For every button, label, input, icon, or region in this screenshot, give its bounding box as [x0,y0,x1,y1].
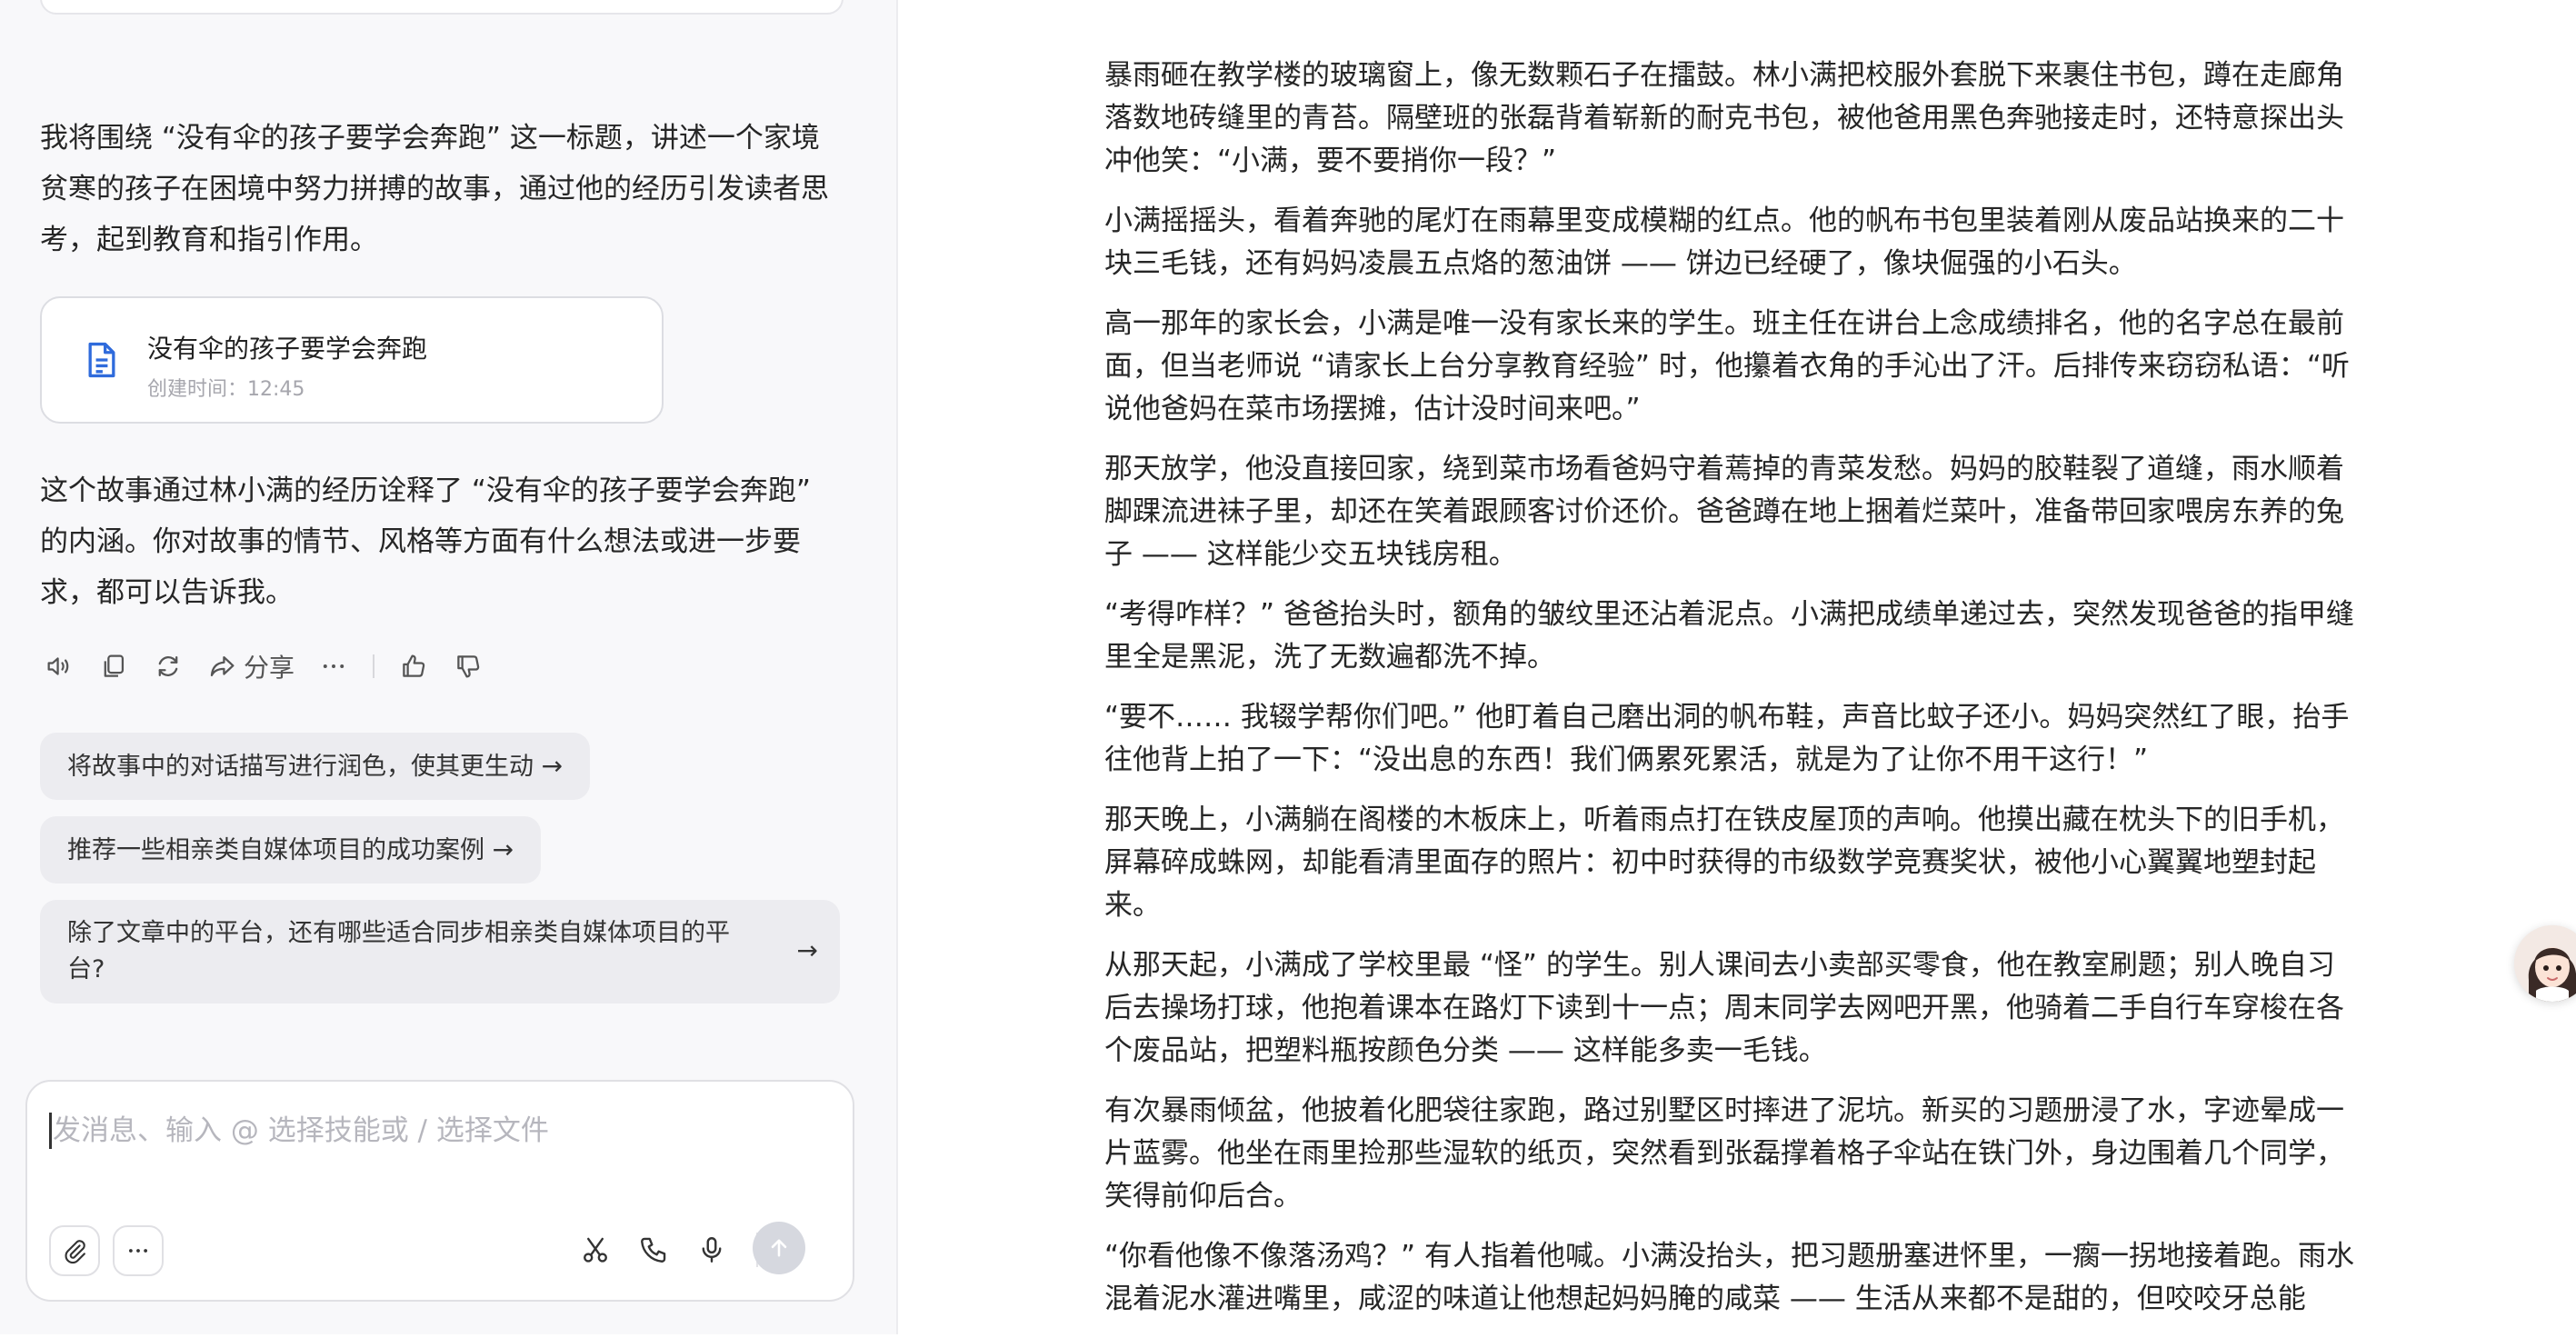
share-button[interactable]: 分享 [207,645,295,687]
microphone-icon[interactable] [694,1233,729,1267]
article-paragraph: “考得咋样？” 爸爸抬头时，额角的皱纹里还沾着泥点。小满把成绩单递过去，突然发现… [1104,598,2354,674]
more-icon[interactable] [318,645,349,687]
arrow-right-icon: → [492,834,514,864]
suggestion-item[interactable]: 推荐一些相亲类自媒体项目的成功案例 → [40,816,542,884]
article-paragraph: 高一那年的家长会，小满是唯一没有家长来的学生。班主任在讲台上念成绩排名，他的名字… [1104,307,2350,425]
document-created-time: 创建时间：12:45 [147,378,305,401]
thumbs-up-icon[interactable] [398,645,429,687]
document-icon [82,340,122,380]
attach-button[interactable] [49,1225,100,1276]
article-paragraph: “你看他像不像落汤鸡？” 有人指着他喊。小满没抬头，把习题册塞进怀里，一瘸一拐地… [1104,1240,2354,1315]
share-icon [210,655,235,677]
action-divider [373,654,375,678]
article-paragraph: 暴雨砸在教学楼的玻璃窗上，像无数颗石子在擂鼓。林小满把校服外套脱下来裹住书包，蹲… [1104,59,2344,177]
copy-icon[interactable] [98,645,129,687]
paperclip-icon [65,1240,85,1264]
suggestion-item[interactable]: 除了文章中的平台，还有哪些适合同步相亲类自媒体项目的平台? → [40,900,840,1004]
article-paragraph: 小满摇摇头，看着奔驰的尾灯在雨幕里变成模糊的红点。他的帆布书包里装着刚从废品站换… [1104,205,2344,280]
article-paragraph: 有次暴雨倾盆，他披着化肥袋往家跑，路过别墅区时摔进了泥坑。新买的习题册浸了水，字… [1104,1094,2344,1213]
assistant-followup-text: 这个故事通过林小满的经历诠释了 “没有伞的孩子要学会奔跑” 的内涵。你对故事的情… [40,474,811,609]
suggestion-item[interactable]: 将故事中的对话描写进行润色，使其更生动 → [40,733,591,800]
text-caret [49,1113,52,1149]
message-input-box[interactable]: 发消息、输入 @ 选择技能或 / 选择文件 [25,1080,854,1302]
more-options-button[interactable] [113,1225,164,1276]
assistant-intro-text: 我将围绕 “没有伞的孩子要学会奔跑” 这一标题，讲述一个家境贫寒的孩子在困境中努… [40,122,829,256]
assistant-avatar-icon[interactable] [2514,925,2576,1002]
message-action-bar: 分享 [44,645,507,687]
arrow-up-icon [771,1239,787,1257]
share-label: 分享 [244,653,295,683]
message-input[interactable]: 发消息、输入 @ 选择技能或 / 选择文件 [53,1113,549,1149]
phone-icon[interactable] [636,1233,671,1267]
arrow-right-icon: → [796,935,818,965]
regenerate-icon[interactable] [153,645,184,687]
more-icon [129,1249,147,1253]
chat-panel: 我将围绕 “没有伞的孩子要学会奔跑” 这一标题，讲述一个家境贫寒的孩子在困境中努… [0,0,896,1334]
article-paragraph: 那天放学，他没直接回家，绕到菜市场看爸妈守着蔫掉的青菜发愁。妈妈的胶鞋裂了道缝，… [1104,453,2344,571]
article-paragraph: “要不…… 我辍学帮你们吧。” 他盯着自己磨出洞的帆布鞋，声音比蚊子还小。妈妈突… [1104,701,2350,776]
speaker-icon[interactable] [44,645,75,687]
document-card[interactable]: 没有伞的孩子要学会奔跑 创建时间：12:45 [40,296,664,424]
article-paragraph: 从那天起，小满成了学校里最 “怪” 的学生。别人课间去小卖部买零食，他在教室刷题… [1104,949,2344,1067]
thumbs-down-icon[interactable] [453,645,484,687]
arrow-right-icon: → [541,751,564,781]
document-title: 没有伞的孩子要学会奔跑 [147,334,428,364]
previous-message-card [40,0,844,15]
scissors-icon[interactable] [578,1233,613,1267]
suggestion-text: 将故事中的对话描写进行润色，使其更生动 [67,753,534,781]
article-content: 暴雨砸在教学楼的玻璃窗上，像无数颗石子在擂鼓。林小满把校服外套脱下来裹住书包，蹲… [1104,55,2359,1338]
suggestion-text: 推荐一些相亲类自媒体项目的成功案例 [67,836,484,864]
send-button[interactable] [753,1222,805,1274]
article-paragraph: 那天晚上，小满躺在阁楼的木板床上，听着雨点打在铁皮屋顶的声响。他摸出藏在枕头下的… [1104,804,2344,922]
suggestion-text: 除了文章中的平台，还有哪些适合同步相亲类自媒体项目的平台? [67,919,730,984]
panel-divider [896,0,898,1334]
